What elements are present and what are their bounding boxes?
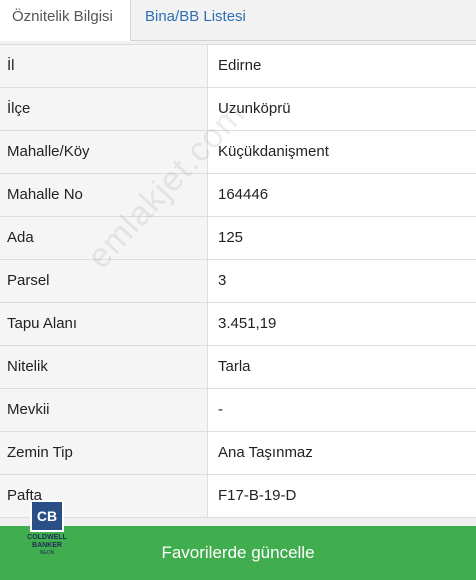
row-key: Nitelik bbox=[0, 346, 208, 388]
table-row: Parsel 3 bbox=[0, 260, 476, 303]
row-key: Mevkii bbox=[0, 389, 208, 431]
row-key: Tapu Alanı bbox=[0, 303, 208, 345]
row-value: Uzunköprü bbox=[208, 88, 476, 130]
logo-text-coldwell: COLDWELL bbox=[27, 534, 67, 541]
row-key: Zemin Tip bbox=[0, 432, 208, 474]
row-key: Mahalle No bbox=[0, 174, 208, 216]
coldwell-banker-logo: CB COLDWELL BANKER NEON bbox=[14, 500, 80, 566]
tab-building-list[interactable]: Bina/BB Listesi bbox=[133, 0, 258, 40]
cb-logo-mark: CB bbox=[30, 500, 64, 532]
table-row: Mevkii - bbox=[0, 389, 476, 432]
row-value: F17-B-19-D bbox=[208, 475, 476, 517]
row-value: Edirne bbox=[208, 45, 476, 87]
table-row: İl Edirne bbox=[0, 45, 476, 88]
table-row: İlçe Uzunköprü bbox=[0, 88, 476, 131]
tab-bar: Öznitelik Bilgisi Bina/BB Listesi bbox=[0, 0, 476, 41]
row-value: Tarla bbox=[208, 346, 476, 388]
row-value: Ana Taşınmaz bbox=[208, 432, 476, 474]
tab-attribute-info[interactable]: Öznitelik Bilgisi bbox=[0, 0, 131, 41]
table-row: Mahalle/Köy Küçükdanişment bbox=[0, 131, 476, 174]
table-row: Mahalle No 164446 bbox=[0, 174, 476, 217]
row-value: - bbox=[208, 389, 476, 431]
row-key: Mahalle/Köy bbox=[0, 131, 208, 173]
row-value: 125 bbox=[208, 217, 476, 259]
row-value: 3 bbox=[208, 260, 476, 302]
row-key: İlçe bbox=[0, 88, 208, 130]
table-row: Tapu Alanı 3.451,19 bbox=[0, 303, 476, 346]
row-value: 3.451,19 bbox=[208, 303, 476, 345]
attribute-table: İl Edirne İlçe Uzunköprü Mahalle/Köy Küç… bbox=[0, 44, 476, 518]
table-row: Ada 125 bbox=[0, 217, 476, 260]
logo-text-neon: NEON bbox=[39, 550, 55, 556]
row-key: İl bbox=[0, 45, 208, 87]
logo-text-banker: BANKER bbox=[32, 542, 62, 549]
row-key: Ada bbox=[0, 217, 208, 259]
row-key: Parsel bbox=[0, 260, 208, 302]
row-value: Küçükdanişment bbox=[208, 131, 476, 173]
row-value: 164446 bbox=[208, 174, 476, 216]
table-row: Zemin Tip Ana Taşınmaz bbox=[0, 432, 476, 475]
table-row: Nitelik Tarla bbox=[0, 346, 476, 389]
